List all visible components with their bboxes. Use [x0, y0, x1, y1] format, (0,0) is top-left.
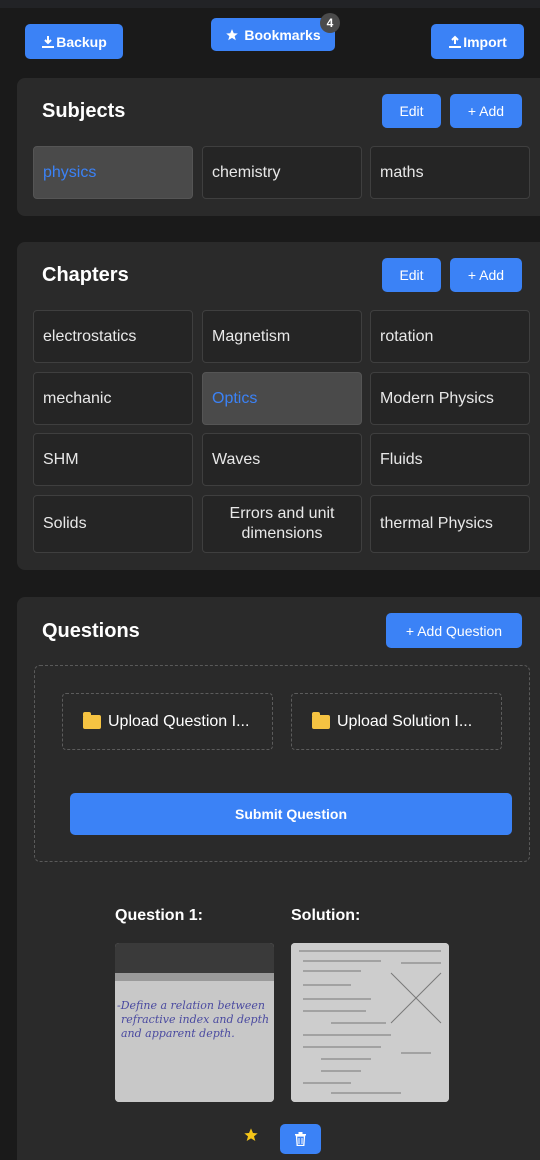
- chapter-item-optics[interactable]: Optics: [202, 372, 362, 425]
- chapter-item-solids[interactable]: Solids: [33, 495, 193, 553]
- chapter-item-magnetism[interactable]: Magnetism: [202, 310, 362, 363]
- question-1-label: Question 1:: [115, 907, 204, 924]
- subject-item-physics[interactable]: physics: [33, 146, 193, 199]
- submit-question-button[interactable]: Submit Question: [70, 793, 512, 835]
- delete-question-button[interactable]: [280, 1124, 321, 1154]
- svg-text:and apparent depth.: and apparent depth.: [121, 1027, 235, 1040]
- bookmarks-count-badge: 4: [320, 13, 340, 33]
- svg-text:refractive index and depth: refractive index and depth: [121, 1013, 269, 1026]
- chapter-item-electrostatics[interactable]: electrostatics: [33, 310, 193, 363]
- upload-question-label: Upload Question I...: [108, 712, 250, 730]
- subjects-edit-button[interactable]: Edit: [382, 94, 441, 128]
- solution-1-image[interactable]: [291, 943, 449, 1102]
- bookmarks-button[interactable]: Bookmarks: [211, 18, 335, 51]
- folder-icon: [83, 711, 101, 729]
- chapter-item-waves[interactable]: Waves: [202, 433, 362, 486]
- chapter-item-shm[interactable]: SHM: [33, 433, 193, 486]
- chapter-item-modern-physics[interactable]: Modern Physics: [370, 372, 530, 425]
- import-label: Import: [463, 33, 507, 50]
- chapter-item-mechanic[interactable]: mechanic: [33, 372, 193, 425]
- solution-photo: [291, 943, 449, 1102]
- chapters-edit-button[interactable]: Edit: [382, 258, 441, 292]
- chapters-title: Chapters: [42, 264, 129, 286]
- subject-item-maths[interactable]: maths: [370, 146, 530, 199]
- questions-panel: Questions + Add Question Upload Question…: [17, 597, 540, 1160]
- chapter-item-rotation[interactable]: rotation: [370, 310, 530, 363]
- subjects-panel: Subjects Edit + Add physics chemistry ma…: [17, 78, 540, 216]
- folder-icon: [312, 711, 330, 729]
- upload-question-image-button[interactable]: Upload Question I...: [62, 693, 273, 750]
- subjects-title: Subjects: [42, 100, 126, 122]
- question-upload-form: Upload Question I... Upload Solution I..…: [34, 665, 530, 862]
- upload-solution-image-button[interactable]: Upload Solution I...: [291, 693, 502, 750]
- chapters-add-button[interactable]: + Add: [450, 258, 522, 292]
- svg-text:-Define a relation between: -Define a relation between: [117, 999, 265, 1012]
- chapter-item-thermal-physics[interactable]: thermal Physics: [370, 495, 530, 553]
- download-icon: [42, 35, 55, 48]
- bookmark-star-icon[interactable]: [243, 1127, 259, 1143]
- subject-item-chemistry[interactable]: chemistry: [202, 146, 362, 199]
- trash-icon: [295, 1132, 306, 1146]
- bookmarks-label: Bookmarks: [244, 26, 321, 43]
- star-icon: [226, 28, 239, 40]
- question-photo: -Define a relation between refractive in…: [115, 943, 274, 1102]
- upload-icon: [449, 35, 462, 48]
- upload-solution-label: Upload Solution I...: [337, 712, 473, 730]
- question-1-image[interactable]: -Define a relation between refractive in…: [115, 943, 274, 1102]
- questions-title: Questions: [42, 620, 140, 642]
- import-button[interactable]: Import: [431, 24, 524, 59]
- subjects-add-button[interactable]: + Add: [450, 94, 522, 128]
- backup-label: Backup: [56, 33, 107, 50]
- solution-1-label: Solution:: [291, 907, 361, 924]
- chapter-item-errors-and-unit-dimensions[interactable]: Errors and unit dimensions: [202, 495, 362, 553]
- backup-button[interactable]: Backup: [25, 24, 123, 59]
- top-strip: [0, 0, 540, 8]
- chapter-item-fluids[interactable]: Fluids: [370, 433, 530, 486]
- chapters-panel: Chapters Edit + Add electrostatics Magne…: [17, 242, 540, 570]
- add-question-button[interactable]: + Add Question: [386, 613, 522, 648]
